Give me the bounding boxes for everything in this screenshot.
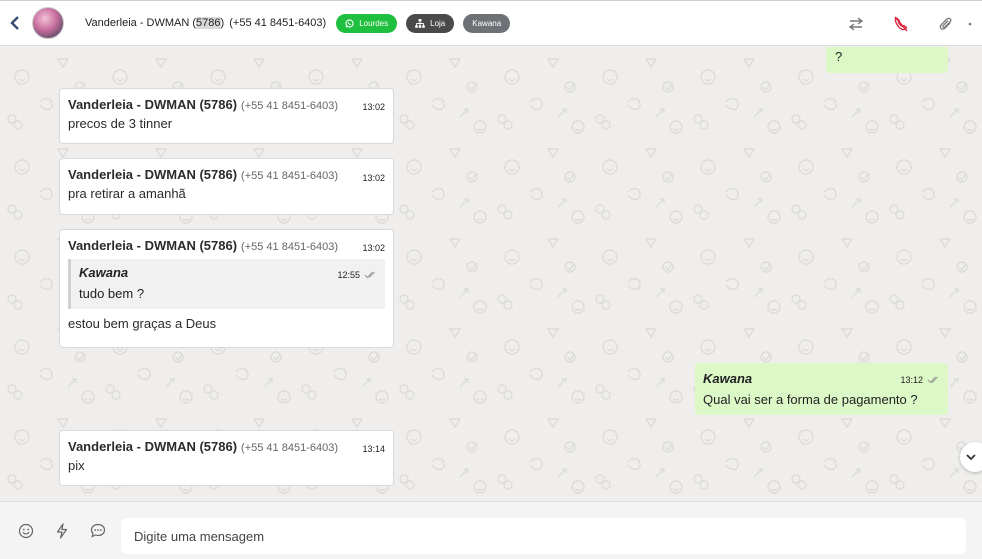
message-time: 13:02 [362, 102, 385, 112]
message-list[interactable]: ? Vanderleia - DWMAN (5786) (+55 41 8451-… [0, 47, 982, 501]
chat-header: Vanderleia - DWMAN (5786) (+55 41 8451-6… [0, 0, 982, 46]
scroll-down-button[interactable] [960, 442, 982, 472]
message-sender: Vanderleia - DWMAN (5786) (+55 41 8451-64… [68, 97, 385, 112]
contact-phone: (+55 41 8451-6403) [229, 17, 327, 29]
message-incoming[interactable]: Vanderleia - DWMAN (5786) (+55 41 8451-64… [59, 158, 394, 215]
message-time: 13:02 [362, 173, 385, 183]
sender-name: Vanderleia - DWMAN (5786) [68, 167, 238, 182]
message-time: 13:02 [362, 243, 385, 253]
transfer-button[interactable] [833, 1, 878, 47]
message-time-text: 13:12 [900, 375, 923, 385]
lightning-icon [56, 522, 68, 539]
message-text: precos de 3 tinner [68, 116, 173, 131]
message-text: Qual vai ser a forma de pagamento ? [703, 392, 918, 407]
quoted-message[interactable]: Kawana 12:55 tudo bem ? [68, 259, 385, 309]
message-time: 13:12 [900, 375, 940, 385]
contact-close: ) [220, 17, 225, 29]
header-actions [833, 1, 982, 47]
message-text: pix [68, 458, 85, 473]
quoted-text: tudo bem ? [79, 286, 145, 301]
quoted-sender: Kawana [79, 265, 129, 280]
double-check-icon [927, 376, 938, 384]
chat-template-button[interactable] [80, 502, 116, 559]
end-call-button[interactable] [878, 1, 923, 47]
message-time: 13:14 [362, 444, 385, 454]
tag-lourdes[interactable]: Lourdes [336, 13, 398, 33]
quoted-time-text: 12:55 [337, 270, 360, 280]
chevron-down-icon [966, 453, 976, 460]
avatar[interactable] [32, 7, 64, 39]
double-check-icon [364, 271, 375, 279]
tag-label: Loja [430, 18, 446, 28]
message-outgoing-partial[interactable]: ? [826, 47, 948, 73]
message-text: ? [835, 49, 843, 64]
transfer-icon [848, 17, 863, 31]
message-incoming[interactable]: Vanderleia - DWMAN (5786) (+55 41 8451-64… [59, 430, 394, 486]
back-button[interactable] [0, 0, 30, 46]
sitemap-icon [415, 18, 425, 28]
contact-name: Vanderleia - DWMAN ( [85, 17, 197, 29]
message-text: pra retirar a amanhã [68, 186, 186, 201]
quoted-time: 12:55 [337, 270, 377, 280]
tag-label: Kawana [472, 18, 502, 28]
message-sender: Vanderleia - DWMAN (5786) (+55 41 8451-64… [68, 439, 385, 454]
sender-name: Vanderleia - DWMAN (5786) [68, 238, 238, 253]
more-icon [968, 22, 972, 26]
more-button[interactable] [968, 1, 982, 47]
emoji-button[interactable] [8, 502, 44, 559]
quick-reply-button[interactable] [44, 502, 80, 559]
whatsapp-icon [345, 18, 354, 28]
chevron-left-icon [10, 16, 19, 30]
sender-name: Vanderleia - DWMAN (5786) [68, 97, 238, 112]
sender-phone: (+55 41 8451-6403) [241, 241, 338, 253]
sender-phone: (+55 41 8451-6403) [241, 170, 338, 182]
message-incoming[interactable]: Vanderleia - DWMAN (5786) (+55 41 8451-64… [59, 88, 394, 144]
end-call-icon [893, 16, 908, 32]
message-text: estou bem graças a Deus [68, 316, 217, 331]
emoji-icon [18, 523, 34, 538]
message-input[interactable] [121, 518, 966, 554]
contact-title: Vanderleia - DWMAN (5786) (+55 41 8451-6… [85, 17, 326, 29]
contact-id: 5786 [196, 17, 221, 29]
attach-button[interactable] [923, 1, 968, 47]
sender-name: Vanderleia - DWMAN (5786) [68, 439, 238, 454]
tag-loja[interactable]: Loja [406, 13, 455, 33]
attach-icon [939, 17, 951, 30]
tag-kawana[interactable]: Kawana [463, 13, 511, 33]
tag-label: Lourdes [359, 18, 389, 28]
chat-bubble-icon [90, 523, 106, 538]
message-sender: Vanderleia - DWMAN (5786) (+55 41 8451-64… [68, 238, 385, 253]
message-outgoing[interactable]: Kawana 13:12 Qual vai ser a forma de pag… [695, 363, 948, 415]
sender-phone: (+55 41 8451-6403) [241, 100, 338, 112]
message-incoming-reply[interactable]: Vanderleia - DWMAN (5786) (+55 41 8451-64… [59, 229, 394, 348]
composer [0, 501, 982, 559]
message-sender: Vanderleia - DWMAN (5786) (+55 41 8451-64… [68, 167, 385, 182]
sender-phone: (+55 41 8451-6403) [241, 442, 338, 454]
